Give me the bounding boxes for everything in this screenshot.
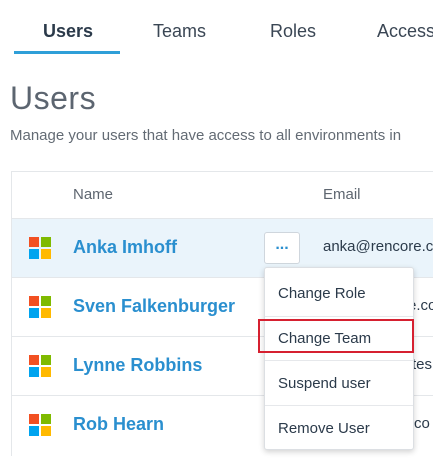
microsoft-logo-icon [29, 355, 51, 377]
microsoft-logo-icon [29, 414, 51, 436]
microsoft-logo-icon [29, 237, 51, 259]
menu-item-suspend-user[interactable]: Suspend user [265, 360, 413, 405]
user-actions-menu: Change Role Change Team Suspend user Rem… [264, 267, 414, 450]
active-tab-indicator [14, 51, 120, 54]
menu-item-change-team[interactable]: Change Team [265, 315, 413, 360]
tab-bar: Users Teams Roles Access [0, 0, 433, 58]
microsoft-logo-icon [29, 296, 51, 318]
tab-users[interactable]: Users [43, 21, 93, 42]
page-title: Users [10, 80, 97, 116]
user-email: co [414, 415, 430, 432]
menu-item-change-role[interactable]: Change Role [265, 270, 413, 315]
user-email: anka@rencore.co [323, 238, 433, 255]
user-email: tes [412, 356, 433, 373]
user-name-link[interactable]: Rob Hearn [73, 414, 164, 435]
menu-item-remove-user[interactable]: Remove User [265, 405, 413, 450]
user-name-link[interactable]: Lynne Robbins [73, 355, 202, 376]
more-actions-button[interactable]: ... [264, 232, 300, 264]
tab-access[interactable]: Access [377, 21, 433, 42]
user-name-link[interactable]: Anka Imhoff [73, 237, 177, 258]
column-header-name[interactable]: Name [73, 186, 113, 203]
column-header-email[interactable]: Email [323, 186, 361, 203]
user-name-link[interactable]: Sven Falkenburger [73, 296, 235, 317]
tab-teams[interactable]: Teams [153, 21, 206, 42]
tab-roles[interactable]: Roles [270, 21, 316, 42]
page-description: Manage your users that have access to al… [10, 127, 402, 144]
